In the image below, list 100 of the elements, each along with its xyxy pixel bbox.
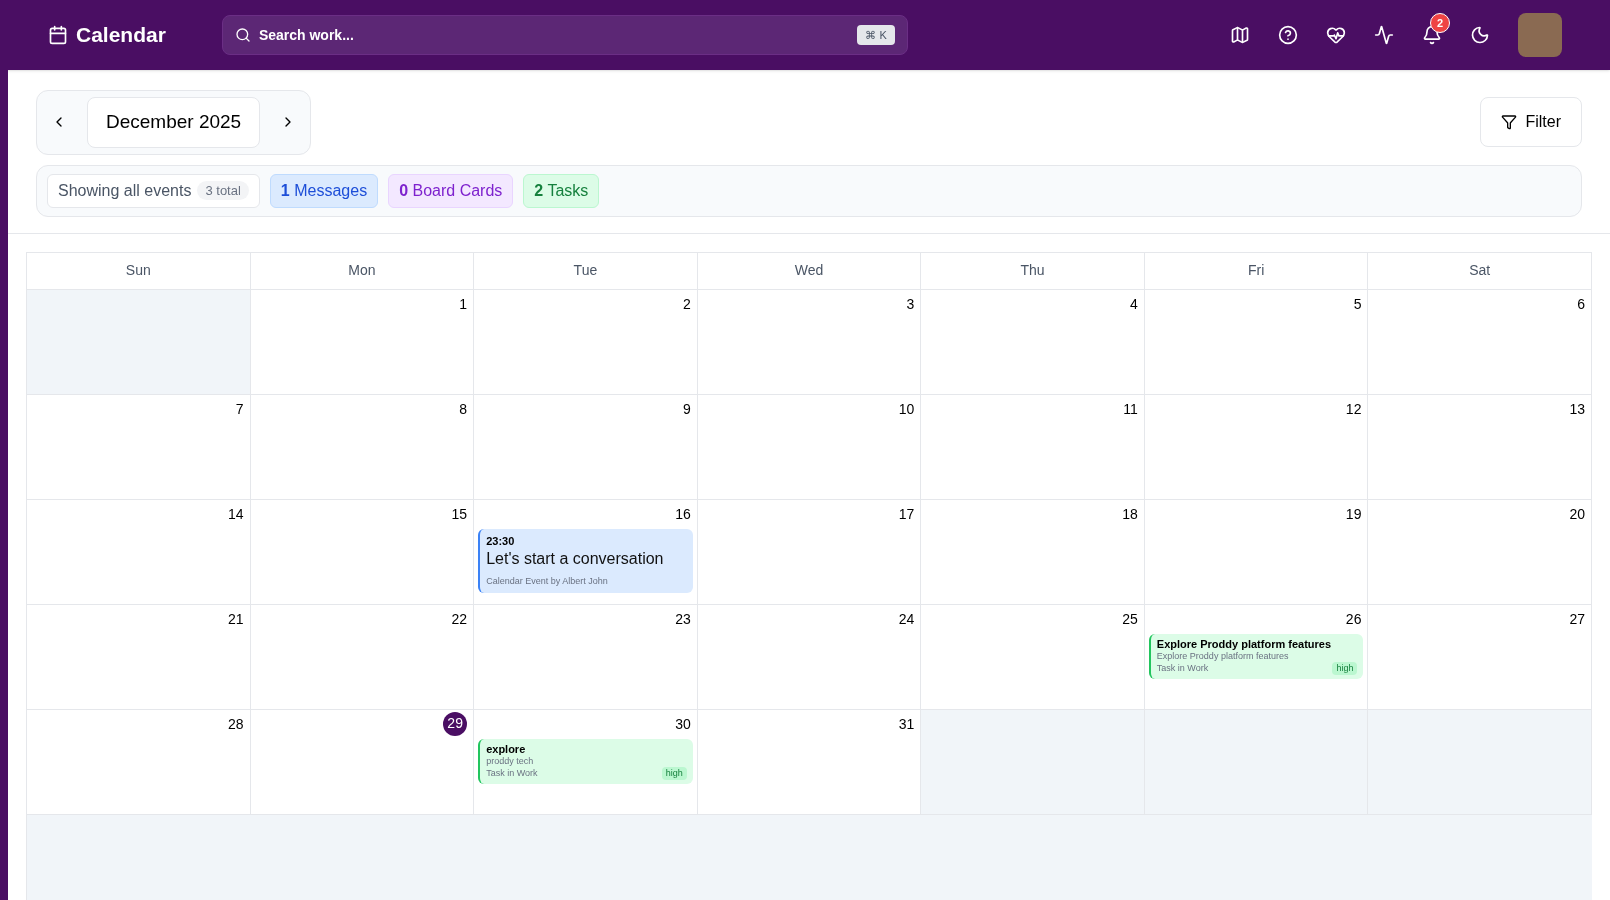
- task-meta: Task in Work: [486, 766, 538, 780]
- event-card[interactable]: explore proddy tech Task in Work high: [478, 738, 693, 784]
- day-cell[interactable]: 16 23:30 Let's start a conversation Calendar Event by Albert John: [474, 499, 698, 605]
- day-number: 12: [1345, 399, 1362, 419]
- event-card[interactable]: 23:30 Let's start a conversation Calendar Event by Albert John: [478, 528, 693, 593]
- day-number: 9: [682, 399, 691, 419]
- day-number: 31: [898, 714, 915, 734]
- task-subtitle: Explore Proddy platform features: [1156, 650, 1290, 662]
- day-cell[interactable]: 1: [250, 289, 475, 395]
- search-bar[interactable]: Search work... ⌘ K: [221, 15, 908, 55]
- day-number: 8: [459, 399, 468, 419]
- day-number: 22: [451, 609, 468, 629]
- shortcut-key: ⌘ K: [857, 24, 895, 46]
- avatar[interactable]: [1518, 13, 1562, 57]
- weekday-header: Wed: [697, 252, 922, 290]
- day-number: 6: [1577, 294, 1585, 314]
- day-cell[interactable]: 2: [474, 289, 698, 395]
- total-count: 3 total: [197, 180, 249, 201]
- notification-badge: 2: [1430, 13, 1450, 33]
- day-cell[interactable]: 6: [1368, 289, 1592, 395]
- day-cell[interactable]: 27: [1368, 604, 1592, 710]
- day-number: 24: [898, 609, 915, 629]
- day-cell[interactable]: 13: [1368, 394, 1592, 500]
- day-cell[interactable]: 17: [697, 499, 922, 605]
- task-title: explore: [486, 742, 527, 755]
- day-cell[interactable]: 15: [250, 499, 475, 605]
- category-chip[interactable]: 0 Board Cards: [388, 173, 514, 208]
- day-number: 29: [443, 711, 468, 736]
- day-number: 18: [1122, 504, 1138, 524]
- day-number: 10: [898, 399, 915, 419]
- day-cell[interactable]: 3: [697, 289, 922, 395]
- day-cell[interactable]: 11: [921, 394, 1145, 500]
- day-cell[interactable]: 25: [921, 604, 1145, 710]
- day-number: 30: [675, 714, 691, 734]
- day-cell[interactable]: 5: [1144, 289, 1369, 395]
- day-cell[interactable]: 8: [250, 394, 475, 500]
- day-cell[interactable]: 19: [1144, 499, 1369, 605]
- day-number: 26: [1345, 609, 1362, 629]
- day-number: 5: [1353, 294, 1362, 314]
- day-number: 27: [1569, 609, 1585, 629]
- weekday-header: Tue: [474, 252, 698, 290]
- day-number: 7: [235, 399, 244, 419]
- app-title: Calendar: [76, 22, 166, 49]
- search-field[interactable]: Search work...: [258, 25, 858, 45]
- day-number: 4: [1130, 294, 1138, 314]
- day-cell[interactable]: 7: [27, 394, 251, 500]
- weekday-header: Sat: [1368, 252, 1592, 290]
- category-chip[interactable]: 2 Tasks: [523, 173, 600, 208]
- pulse-icon[interactable]: [1374, 25, 1394, 45]
- day-cell[interactable]: 30 explore proddy tech Task in Work high: [474, 709, 698, 815]
- map-icon[interactable]: [1230, 25, 1250, 45]
- day-cell[interactable]: 31: [697, 709, 922, 815]
- weekday-header: Mon: [250, 252, 475, 290]
- event-time: 23:30: [486, 533, 516, 549]
- moon-icon[interactable]: [1470, 25, 1490, 45]
- day-cell[interactable]: 4: [921, 289, 1145, 395]
- day-number: 20: [1569, 504, 1585, 524]
- weekday-header: Thu: [921, 252, 1145, 290]
- day-number: 14: [228, 504, 244, 524]
- day-cell[interactable]: 26 Explore Proddy platform features Explore Proddy platform features Task in Work high: [1144, 604, 1369, 710]
- event-title: Let's start a conversation: [486, 549, 665, 569]
- day-number: 3: [906, 294, 915, 314]
- summary-label: Showing all events: [58, 180, 192, 201]
- day-cell[interactable]: 22: [250, 604, 475, 710]
- search-icon: [234, 27, 251, 43]
- day-cell[interactable]: 18: [921, 499, 1145, 605]
- day-number: 25: [1122, 609, 1138, 629]
- priority-tag: high: [1332, 661, 1358, 675]
- day-cell[interactable]: 14: [27, 499, 251, 605]
- month-label: December 2025: [87, 97, 261, 148]
- day-cell[interactable]: 21: [27, 604, 251, 710]
- day-cell[interactable]: 9: [474, 394, 698, 500]
- day-cell[interactable]: 23: [474, 604, 698, 710]
- day-number: 21: [228, 609, 244, 629]
- category-chip[interactable]: 1 Messages: [269, 173, 379, 208]
- day-cell[interactable]: 24: [697, 604, 922, 710]
- filter-button[interactable]: Filter: [1480, 97, 1582, 148]
- day-number: 23: [675, 609, 691, 629]
- day-number: 1: [459, 294, 468, 314]
- day-number: 16: [675, 504, 691, 524]
- help-icon[interactable]: [1278, 25, 1298, 45]
- event-card[interactable]: Explore Proddy platform features Explore Proddy platform features Task in Work high: [1148, 633, 1364, 679]
- day-number: 19: [1345, 504, 1362, 524]
- event-meta: Calendar Event by Albert John: [486, 575, 609, 588]
- day-number: 11: [1123, 399, 1138, 419]
- day-number: 17: [898, 504, 915, 524]
- filter-icon: [1501, 114, 1518, 131]
- day-cell[interactable]: 29: [250, 709, 475, 815]
- day-cell[interactable]: 12: [1144, 394, 1369, 500]
- day-cell[interactable]: 20: [1368, 499, 1592, 605]
- task-title: Explore Proddy platform features: [1156, 637, 1333, 650]
- day-number: 13: [1569, 399, 1585, 419]
- heart-pulse-icon[interactable]: [1326, 25, 1346, 45]
- task-subtitle: proddy tech: [486, 755, 535, 767]
- day-number: 2: [682, 294, 691, 314]
- weekday-header: Sun: [27, 252, 251, 290]
- day-cell[interactable]: 10: [697, 394, 922, 500]
- day-cell[interactable]: 28: [27, 709, 251, 815]
- notifications-icon[interactable]: [1422, 25, 1442, 45]
- weekday-header: Fri: [1144, 252, 1369, 290]
